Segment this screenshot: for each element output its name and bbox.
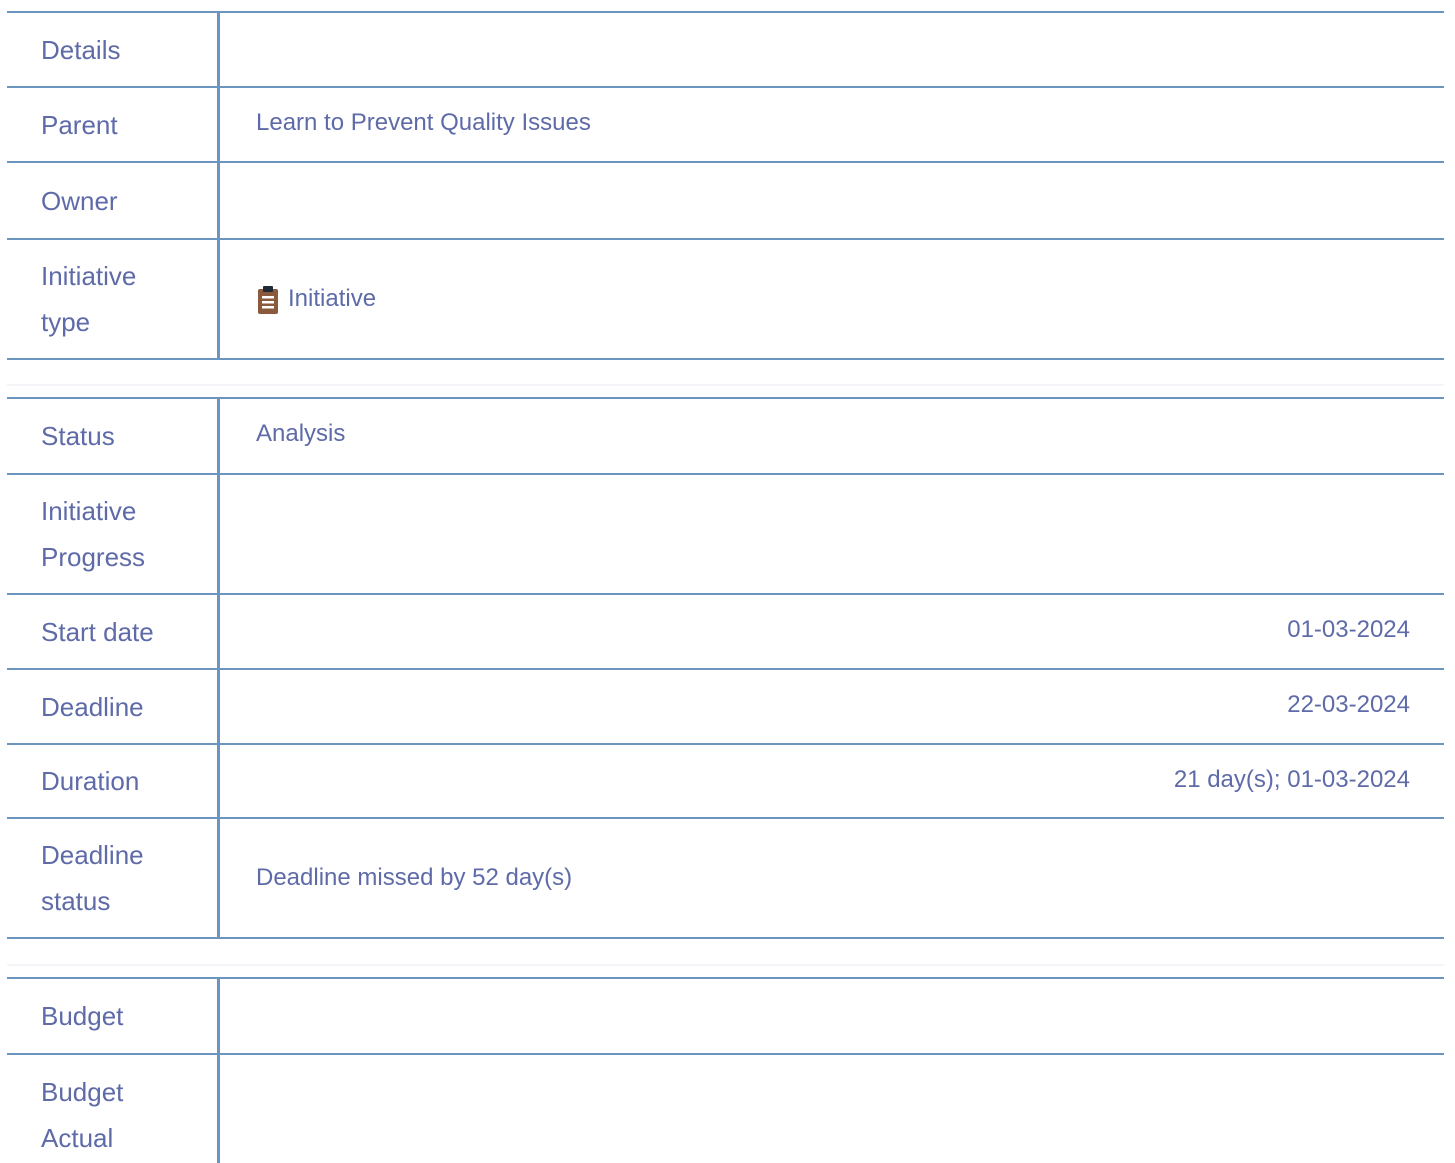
details-label: Details <box>7 13 220 86</box>
budget-actual-value[interactable] <box>220 1055 1444 1163</box>
owner-row: Owner <box>7 163 1444 240</box>
budget-label: Budget <box>7 979 220 1053</box>
duration-value: 21 day(s); 01-03-2024 <box>1173 766 1410 793</box>
initiative-type-row: Initiative type Initiative <box>7 240 1444 360</box>
parent-value[interactable]: Learn to Prevent Quality Issues <box>220 84 1444 161</box>
general-section: Details Parent Learn to Prevent Quality … <box>7 11 1444 360</box>
initiative-progress-row: Initiative Progress <box>7 475 1444 595</box>
budget-section: Budget Budget Actual <box>7 977 1444 1163</box>
owner-value[interactable] <box>220 163 1444 238</box>
status-value[interactable]: Analysis <box>220 395 1444 473</box>
budget-actual-row: Budget Actual <box>7 1055 1444 1163</box>
budget-actual-label-text: Budget Actual <box>41 1077 124 1153</box>
status-label: Status <box>7 399 220 473</box>
details-value <box>220 13 1444 86</box>
initiative-progress-value <box>220 475 1444 593</box>
deadline-label: Deadline <box>7 670 220 743</box>
budget-row: Budget <box>7 979 1444 1055</box>
start-date-value[interactable]: 01-03-2024 <box>220 591 1444 668</box>
clipboard-icon <box>258 286 278 314</box>
status-row: Status Analysis <box>7 399 1444 475</box>
start-date-label: Start date <box>7 595 220 668</box>
initiative-progress-label: Initiative Progress <box>7 475 220 593</box>
section-divider <box>7 964 1444 966</box>
section-divider <box>7 384 1444 386</box>
budget-value[interactable] <box>220 979 1444 1053</box>
deadline-status-label-text: Deadline status <box>41 840 144 916</box>
parent-row: Parent Learn to Prevent Quality Issues <box>7 88 1444 163</box>
parent-label: Parent <box>7 88 220 161</box>
initiative-type-label: Initiative type <box>7 240 220 358</box>
initiative-type-label-text: Initiative type <box>41 261 137 337</box>
deadline-status-value: Deadline missed by 52 day(s) <box>256 864 573 891</box>
duration-label: Duration <box>7 745 220 817</box>
budget-actual-label: Budget Actual <box>7 1055 220 1163</box>
details-row: Details <box>7 13 1444 88</box>
deadline-row: Deadline 22-03-2024 <box>7 670 1444 745</box>
progress-section: Status Analysis Initiative Progress Star… <box>7 397 1444 939</box>
deadline-status-label: Deadline status <box>7 819 220 937</box>
owner-label: Owner <box>7 163 220 238</box>
deadline-status-row: Deadline status Deadline missed by 52 da… <box>7 819 1444 939</box>
duration-row: Duration 21 day(s); 01-03-2024 <box>7 745 1444 819</box>
initiative-details-page: Details Parent Learn to Prevent Quality … <box>0 0 1455 1163</box>
initiative-type-text: Initiative <box>288 285 377 312</box>
initiative-progress-label-text: Initiative Progress <box>41 496 146 572</box>
initiative-type-value[interactable]: Initiative <box>220 240 1444 358</box>
start-date-row: Start date 01-03-2024 <box>7 595 1444 670</box>
deadline-value[interactable]: 22-03-2024 <box>220 666 1444 743</box>
